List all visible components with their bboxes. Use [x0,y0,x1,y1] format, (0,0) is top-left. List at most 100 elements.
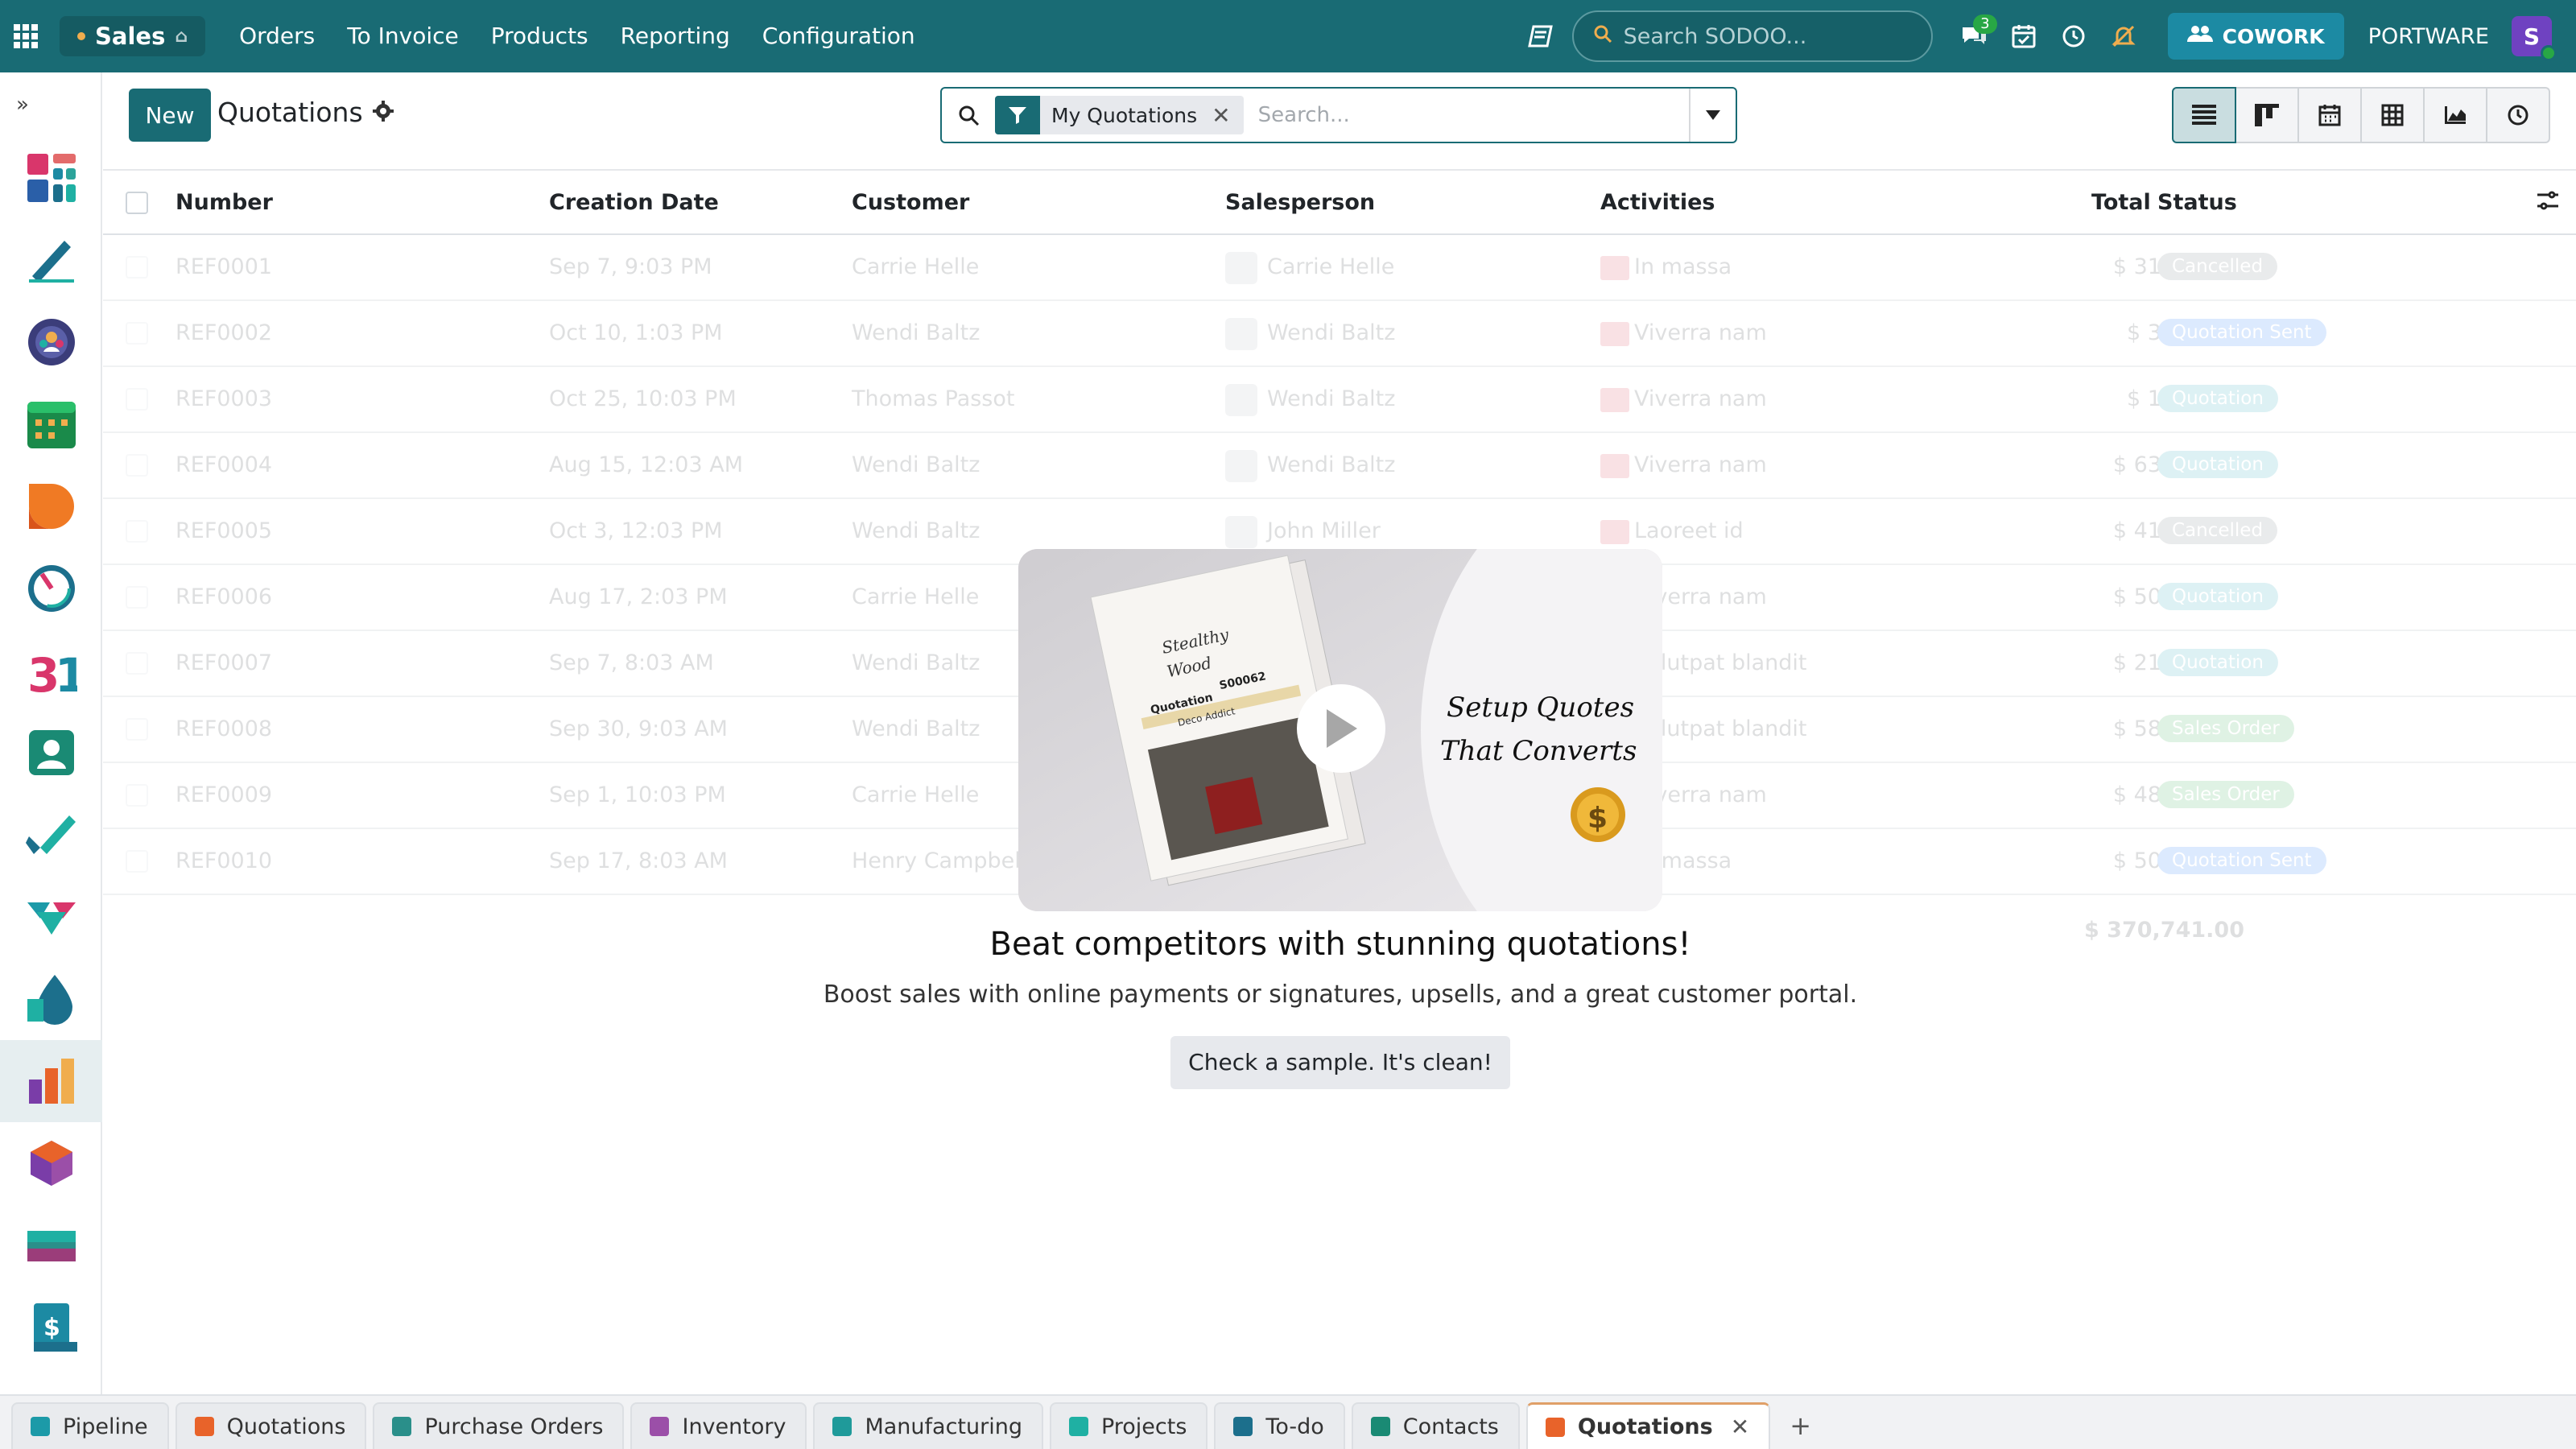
avatar-letter: S [2523,23,2541,50]
global-search-placeholder: Search SODOO... [1623,23,1807,49]
table-row[interactable]: REF0001 Sep 7, 9:03 PM Carrie Helle Carrie … [103,235,2576,301]
intro-video[interactable]: Stealthy Wood Quotation S00062 Deco Addi… [1018,549,1662,911]
sidebar-app-sign[interactable] [0,219,102,301]
table-row[interactable]: REF0004 Aug 15, 12:03 AM Wendi Baltz Wendi … [103,433,2576,499]
sidebar-app-crm[interactable] [0,876,102,958]
activity-icon[interactable] [1600,387,1629,412]
header-status[interactable]: Status [2157,171,2237,235]
select-all-checkbox[interactable] [126,192,148,214]
sidebar-app-community[interactable] [0,301,102,383]
tab-contacts[interactable]: Contacts [1351,1402,1520,1449]
pivot-view-button[interactable] [2360,87,2425,143]
row-checkbox[interactable] [126,388,148,411]
check-sample-button[interactable]: Check a sample. It's clean! [1170,1036,1510,1089]
menu-configuration[interactable]: Configuration [746,0,931,72]
grand-total: $ 370,741.00 [2084,918,2244,943]
search-icon[interactable] [942,104,995,126]
tab-projects[interactable]: Projects [1049,1402,1208,1449]
header-activities[interactable]: Activities [1600,171,1715,235]
activity-icon[interactable] [1600,453,1629,478]
menu-to-invoice[interactable]: To Invoice [331,0,474,72]
status-badge: Quotation Sent [2157,319,2326,346]
user-avatar[interactable]: S [2512,16,2557,61]
kanban-view-button[interactable] [2235,87,2299,143]
row-checkbox[interactable] [126,256,148,279]
list-view-button[interactable] [2172,87,2236,143]
tab-manufacturing[interactable]: Manufacturing [813,1402,1043,1449]
company-switcher[interactable]: PORTWARE [2368,24,2489,49]
activity-icon[interactable] [1600,519,1629,544]
activity-label: In massa [1634,254,1732,279]
sidebar-app-discuss[interactable] [0,465,102,547]
sidebar-app-sales[interactable] [0,1040,102,1122]
gear-icon[interactable] [372,97,394,128]
row-checkbox[interactable] [126,322,148,345]
sidebar-app-blood-drop[interactable] [0,958,102,1040]
row-checkbox[interactable] [126,454,148,477]
tab-quotations[interactable]: Quotations [175,1402,367,1449]
svg-text:1: 1 [55,648,77,696]
tab-inventory[interactable]: Inventory [630,1402,807,1449]
activity-view-button[interactable] [2486,87,2550,143]
header-total[interactable]: Total [2091,171,2151,235]
cowork-button[interactable]: COWORK [2167,13,2344,60]
tab-pipeline[interactable]: Pipeline [11,1402,169,1449]
play-icon[interactable] [1297,684,1385,773]
community-app-icon [27,319,75,365]
header-salesperson[interactable]: Salesperson [1225,171,1375,235]
sidebar-app-calendar-31[interactable]: 31 [0,630,102,712]
table-row[interactable]: REF0002 Oct 10, 1:03 PM Wendi Baltz Wendi B… [103,301,2576,367]
row-checkbox[interactable] [126,718,148,741]
global-search[interactable]: Search SODOO... [1571,10,1933,62]
optional-columns-icon[interactable] [2536,188,2560,218]
table-row[interactable]: REF0003 Oct 25, 10:03 PM Thomas Passot Wend… [103,367,2576,433]
clock-icon[interactable] [2049,0,2099,72]
menu-reporting[interactable]: Reporting [605,0,746,72]
menu-orders[interactable]: Orders [223,0,331,72]
sidebar-app-purchase[interactable] [0,1204,102,1286]
row-checkbox[interactable] [126,586,148,609]
cell-number: REF0002 [175,320,273,345]
apps-menu-icon[interactable] [2,0,50,72]
activity-icon[interactable] [1600,255,1629,280]
messages-icon[interactable]: 3 [1949,0,1999,72]
knowledge-book-icon[interactable] [1516,0,1566,72]
sidebar-app-inventory[interactable] [0,1122,102,1204]
cell-customer: Thomas Passot [852,386,1015,411]
row-checkbox[interactable] [126,520,148,543]
search-options-toggle[interactable] [1689,89,1736,142]
expand-sidebar-icon[interactable]: » [0,72,101,137]
sidebar-app-dashboards[interactable] [0,137,102,219]
header-number[interactable]: Number [175,171,273,235]
tab-label: Quotations [1577,1414,1713,1439]
remove-facet-icon[interactable]: ✕ [1212,102,1243,129]
tab-to-do[interactable]: To-do [1214,1402,1345,1449]
app-brand[interactable]: Sales ⌂ [60,16,206,56]
calendar-view-button[interactable] [2297,87,2362,143]
sidebar-app-timesheet[interactable] [0,547,102,630]
add-tab-icon[interactable]: + [1777,1402,1824,1449]
search-input[interactable]: Search... [1244,103,1689,127]
header-creation-date[interactable]: Creation Date [549,171,719,235]
sidebar-app-project[interactable] [0,794,102,876]
search-icon [1593,24,1612,49]
row-checkbox[interactable] [126,784,148,807]
header-customer[interactable]: Customer [852,171,969,235]
cell-creation-date: Oct 3, 12:03 PM [549,518,723,543]
tab-purchase-orders[interactable]: Purchase Orders [373,1402,625,1449]
activity-icon[interactable] [1600,321,1629,346]
row-checkbox[interactable] [126,652,148,675]
close-tab-icon[interactable]: ✕ [1731,1414,1749,1440]
sidebar-app-invoicing[interactable]: $ [0,1286,102,1368]
sidebar-app-employees[interactable] [0,712,102,794]
row-checkbox[interactable] [126,850,148,873]
menu-products[interactable]: Products [475,0,605,72]
tab-quotations-active[interactable]: Quotations ✕ [1525,1402,1771,1449]
muted-bell-icon[interactable] [2099,0,2149,72]
graph-view-button[interactable] [2423,87,2487,143]
calendar-activity-icon[interactable] [1999,0,2049,72]
sidebar-app-calendar[interactable] [0,383,102,465]
activity-label: Viverra nam [1634,386,1767,411]
new-button[interactable]: New [129,89,211,142]
app-sidebar: » 31 $ [0,72,102,1394]
